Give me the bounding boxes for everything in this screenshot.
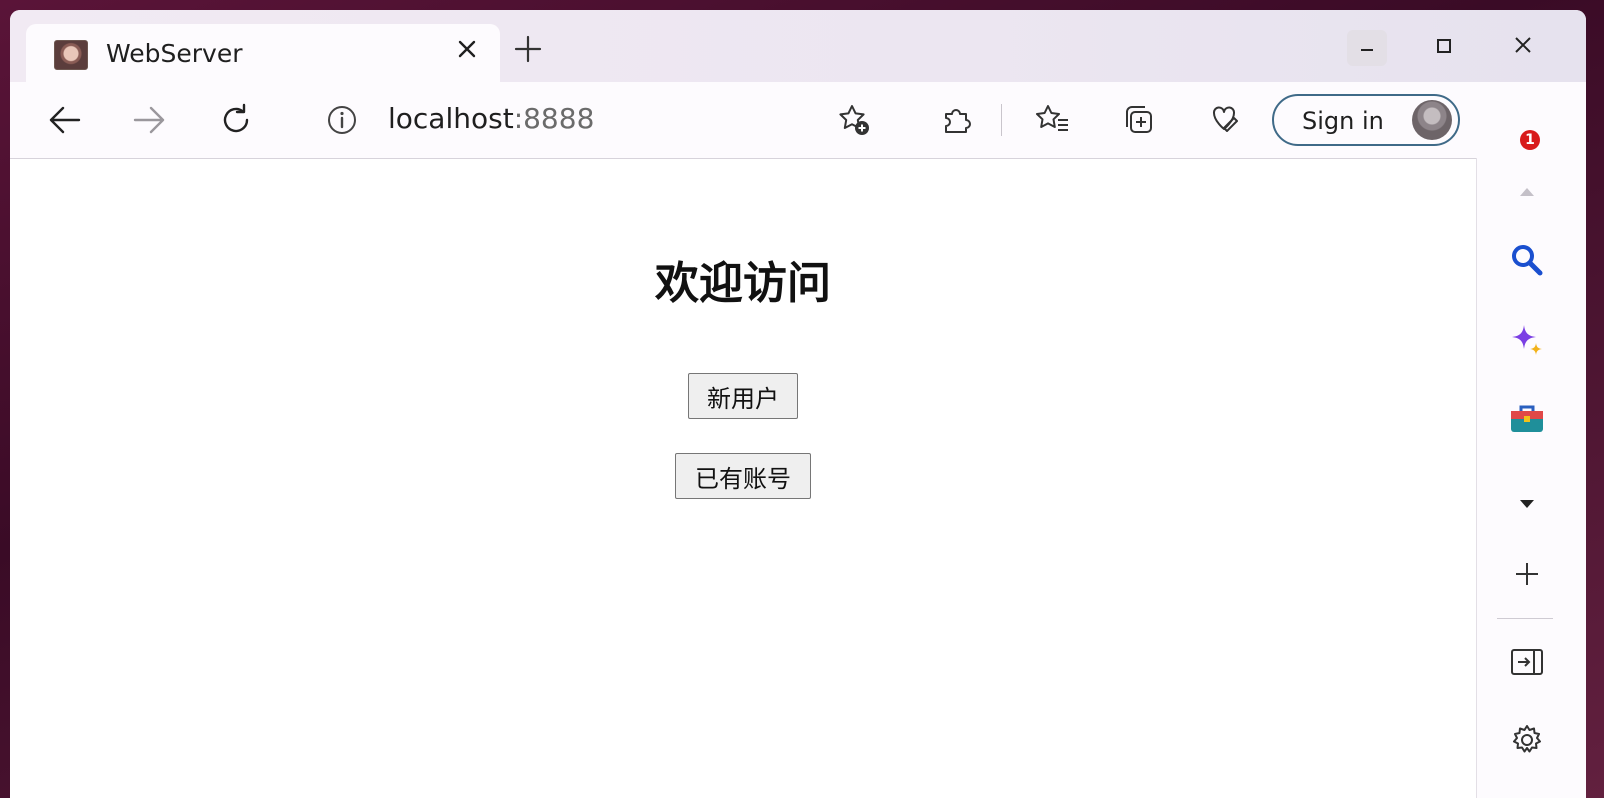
star-plus-icon[interactable] [834,100,874,140]
new-user-button[interactable]: 新用户 [688,373,798,419]
new-tab-button[interactable] [508,34,548,74]
address-text[interactable]: localhost:8888 [388,102,594,135]
favicon-icon [54,40,88,70]
page-content: 欢迎访问 新用户 已有账号 [10,158,1476,798]
puzzle-icon[interactable] [936,100,976,140]
search-icon[interactable] [1507,240,1547,280]
has-account-button[interactable]: 已有账号 [675,453,811,499]
collections-icon[interactable] [1118,100,1158,140]
toolbar-divider [1001,104,1002,136]
tab-title: WebServer [106,39,243,68]
refresh-icon[interactable] [216,100,256,140]
plus-icon[interactable] [1507,554,1547,594]
address-host: localhost [388,102,514,135]
address-bar[interactable] [294,92,898,148]
maximize-button[interactable] [1424,30,1464,66]
briefcase-icon[interactable] [1507,398,1547,438]
sparkle-icon[interactable] [1507,320,1547,360]
sign-in-label: Sign in [1302,107,1384,135]
browser-window: WebServer localhost:8888 Sign in 1 欢迎访问 … [10,10,1586,798]
scroll-up-icon[interactable] [1507,172,1547,212]
tab-webserver[interactable]: WebServer [26,24,500,82]
heart-shield-icon[interactable] [1204,100,1244,140]
tab-close-icon[interactable] [452,36,482,66]
sidebar [1476,158,1586,798]
arrow-right-icon[interactable] [130,100,170,140]
sidebar-divider [1497,618,1553,619]
toolbar: localhost:8888 Sign in ··· [10,82,1586,198]
sign-in-button[interactable]: Sign in [1272,94,1460,146]
split-screen-icon[interactable] [1507,642,1547,682]
avatar [1412,100,1452,140]
minimize-button[interactable] [1347,30,1387,66]
address-port: :8888 [513,102,595,135]
notification-badge: 1 [1520,130,1540,150]
tab-strip: WebServer [10,10,1586,82]
page-title: 欢迎访问 [655,258,831,309]
favorites-icon[interactable] [1032,100,1072,140]
info-icon[interactable] [322,100,362,140]
close-window-button[interactable] [1503,30,1543,66]
gear-icon[interactable] [1507,720,1547,760]
arrow-left-icon[interactable] [44,100,84,140]
chevron-down-icon[interactable] [1507,484,1547,524]
